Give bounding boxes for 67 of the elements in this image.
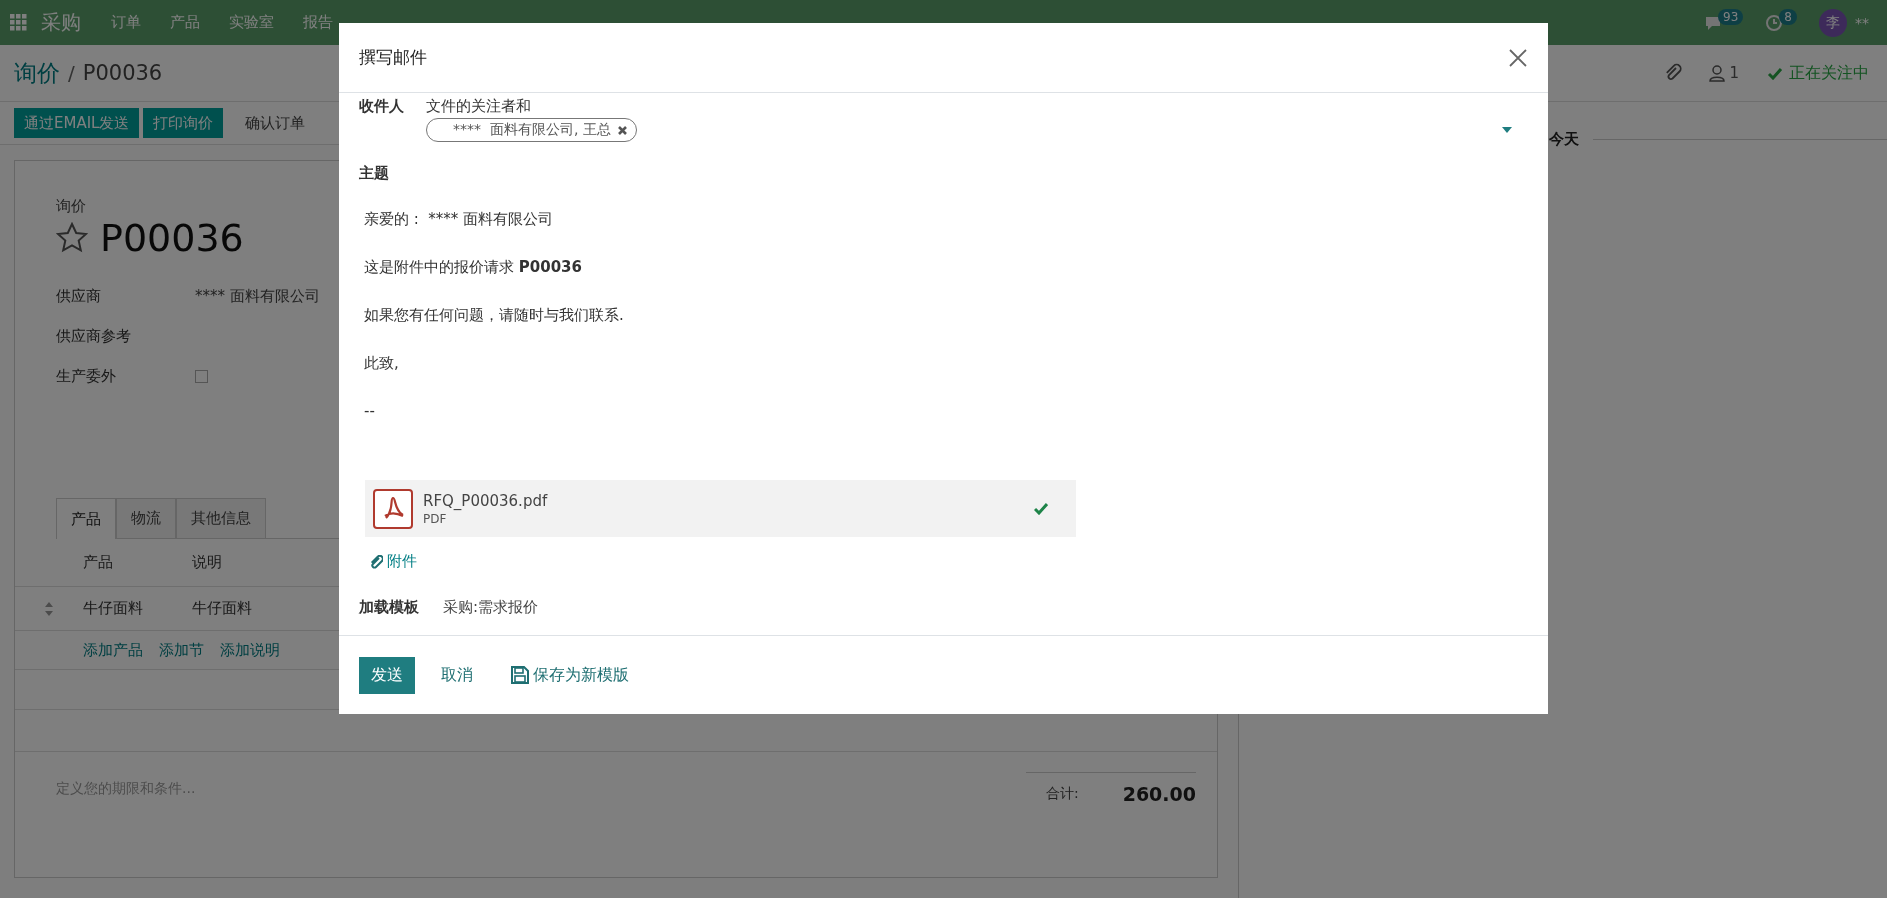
recipients-intro: 文件的关注者和: [426, 96, 532, 116]
clock-icon: [1765, 13, 1784, 32]
menu-item[interactable]: 实验室: [229, 13, 274, 32]
save-template-button[interactable]: 保存为新模版: [499, 656, 641, 694]
action-button[interactable]: 打印询价: [143, 108, 224, 138]
followers-button[interactable]: 1: [1709, 64, 1739, 82]
template-field[interactable]: 采购:需求报价: [443, 597, 539, 617]
send-button[interactable]: 发送: [359, 656, 415, 694]
table-cell-text: 牛仔面料: [83, 599, 144, 618]
check-icon: [1767, 66, 1783, 80]
dialog-title: 撰写邮件: [359, 46, 427, 69]
activity-count-badge: 8: [1779, 8, 1797, 25]
message-count-badge: 93: [1718, 8, 1744, 25]
breadcrumb-link[interactable]: 询价: [14, 57, 60, 89]
tab[interactable]: 其他信息: [176, 498, 266, 538]
attachment-type: PDF: [423, 511, 448, 526]
total-label: 合计:: [1046, 785, 1079, 803]
total-amount: 260.00: [1122, 783, 1196, 805]
body-paragraph: --: [364, 401, 376, 422]
attach-file-link[interactable]: 附件: [369, 552, 417, 571]
body-paragraph: 此致,: [364, 352, 400, 374]
paperclip-icon: [369, 554, 383, 569]
breadcrumb-separator: /: [68, 61, 75, 85]
person-icon: [1709, 64, 1726, 82]
add-line-link[interactable]: 添加说明: [220, 635, 280, 665]
cancel-button[interactable]: 取消: [429, 656, 485, 694]
apps-menu-icon: [10, 14, 27, 31]
checkbox[interactable]: [195, 369, 208, 383]
action-button[interactable]: 通过EMAIL发送: [14, 108, 140, 138]
attachment-name[interactable]: RFQ_P00036.pdf: [423, 491, 1024, 510]
tab[interactable]: 物流: [116, 498, 176, 538]
menu-item[interactable]: 订单: [111, 13, 141, 32]
date-separator: 今天: [1549, 130, 1579, 149]
body-paragraph: 如果您有任何问题，请随时与我们联系.: [364, 304, 625, 326]
column-header: 说明: [192, 553, 222, 572]
app-name[interactable]: 采购: [41, 9, 81, 36]
close-icon: [1508, 47, 1528, 68]
pdf-file-icon: [373, 488, 413, 529]
field-label: 主题: [359, 164, 389, 182]
field-value: **** 面料有限公司: [195, 286, 320, 306]
record-name: P00036: [100, 216, 244, 260]
user-avatar[interactable]: 李: [1819, 8, 1847, 37]
field-label: 生产委外: [56, 366, 117, 386]
remove-button[interactable]: [616, 124, 628, 136]
following-button[interactable]: 正在关注中: [1767, 62, 1869, 84]
user-name[interactable]: **: [1855, 14, 1869, 31]
dropdown-caret-icon[interactable]: [1502, 127, 1512, 133]
add-line-link[interactable]: 添加产品: [83, 635, 143, 665]
body-paragraph: 亲爱的 : **** 面料有限公司: [364, 208, 555, 230]
field-label: 加载模板: [359, 597, 420, 617]
table-cell: 牛仔面料: [192, 599, 252, 618]
body-paragraph: 这是附件中的报价请求 P00036: [364, 256, 583, 278]
menu-item[interactable]: 报告: [303, 13, 333, 32]
star-icon[interactable]: [56, 222, 88, 254]
field-label: 收件人: [359, 96, 405, 117]
breadcrumb-current: P00036: [82, 61, 163, 85]
column-header: 产品: [83, 553, 114, 572]
field-label: 供应商参考: [56, 326, 132, 346]
remove-icon: [616, 124, 628, 136]
field-label: 供应商: [56, 286, 102, 306]
add-line-link[interactable]: 添加节: [159, 635, 204, 665]
close-button[interactable]: [1508, 47, 1528, 68]
sort-handle-icon: [44, 601, 54, 616]
action-button[interactable]: 确认订单: [235, 108, 316, 138]
record-type-label: 询价: [56, 196, 87, 216]
menu-item[interactable]: 产品: [170, 13, 200, 32]
tab[interactable]: 产品: [56, 498, 116, 539]
